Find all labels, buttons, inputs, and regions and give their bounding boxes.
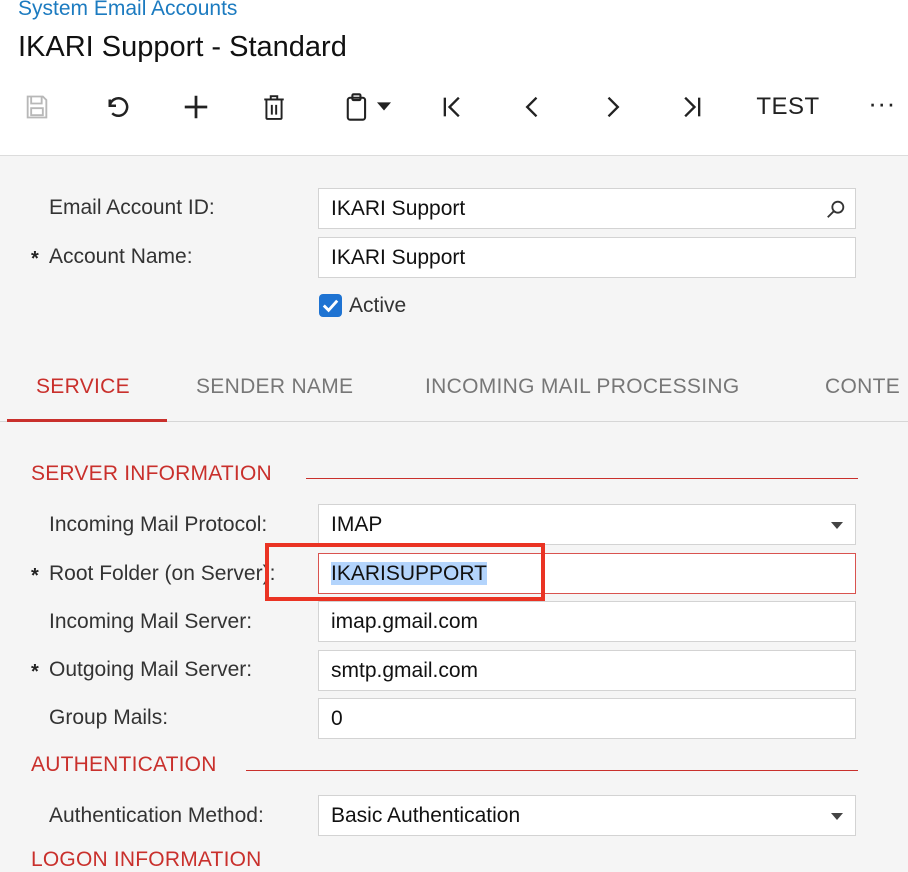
account-name-label: Account Name: [49, 245, 193, 268]
breadcrumb[interactable]: System Email Accounts [18, 0, 237, 21]
auth-method-label: Authentication Method: [49, 804, 264, 827]
section-divider [246, 770, 858, 771]
add-icon [184, 95, 208, 119]
checkmark-icon [322, 299, 339, 313]
add-button[interactable] [178, 88, 214, 126]
active-tab-indicator [7, 419, 167, 422]
first-record-button[interactable] [436, 88, 470, 126]
search-icon[interactable] [825, 198, 847, 220]
section-logon-information: LOGON INFORMATION [31, 848, 262, 871]
incoming-protocol-select[interactable]: IMAP [318, 504, 856, 545]
email-account-id-field[interactable]: IKARI Support [318, 188, 856, 229]
tab-sender-name[interactable]: SENDER NAME [196, 375, 353, 399]
active-label: Active [349, 294, 407, 317]
section-authentication: AUTHENTICATION [31, 753, 217, 776]
prev-icon [525, 96, 538, 118]
group-mails-value: 0 [331, 707, 343, 730]
first-icon [443, 96, 460, 118]
email-account-id-label: Email Account ID: [49, 196, 215, 219]
annotation-highlight-box [265, 543, 545, 601]
incoming-protocol-value: IMAP [331, 513, 383, 536]
undo-button[interactable] [98, 88, 134, 126]
group-mails-label: Group Mails: [49, 706, 169, 729]
required-marker: * [31, 661, 39, 683]
required-marker: * [31, 565, 39, 587]
delete-button[interactable] [258, 88, 290, 126]
auth-method-value: Basic Authentication [331, 804, 521, 827]
root-folder-label: Root Folder (on Server): [49, 562, 276, 585]
group-mails-field[interactable]: 0 [318, 698, 856, 739]
incoming-protocol-label: Incoming Mail Protocol: [49, 513, 268, 536]
tab-service[interactable]: SERVICE [36, 375, 130, 399]
more-actions-button[interactable]: ··· [864, 84, 900, 122]
email-account-id-value: IKARI Support [331, 197, 466, 220]
last-icon [684, 96, 701, 118]
next-icon [607, 96, 620, 118]
page-header: System Email Accounts IKARI Support - St… [0, 0, 908, 156]
account-name-value: IKARI Support [331, 246, 466, 269]
save-button[interactable] [20, 88, 54, 126]
trash-icon [264, 95, 284, 120]
prev-record-button[interactable] [516, 88, 550, 126]
section-divider [306, 478, 858, 479]
incoming-server-label: Incoming Mail Server: [49, 610, 253, 633]
dropdown-arrow-icon[interactable] [831, 522, 843, 529]
last-record-button[interactable] [674, 88, 708, 126]
undo-icon [108, 97, 129, 118]
copy-paste-button[interactable] [336, 88, 398, 126]
section-server-information: SERVER INFORMATION [31, 462, 272, 485]
tab-content[interactable]: CONTE [825, 375, 900, 399]
outgoing-server-label: Outgoing Mail Server: [49, 658, 253, 681]
next-record-button[interactable] [595, 88, 629, 126]
page-title: IKARI Support - Standard [18, 31, 347, 63]
dropdown-arrow-icon[interactable] [831, 813, 843, 820]
active-checkbox[interactable] [319, 294, 342, 317]
test-button[interactable]: TEST [752, 88, 824, 126]
account-name-field[interactable]: IKARI Support [318, 237, 856, 278]
tab-incoming-mail-processing[interactable]: INCOMING MAIL PROCESSING [425, 375, 739, 399]
chevron-down-icon [377, 102, 391, 111]
outgoing-server-field[interactable]: smtp.gmail.com [318, 650, 856, 691]
incoming-server-field[interactable]: imap.gmail.com [318, 601, 856, 642]
incoming-server-value: imap.gmail.com [331, 610, 479, 633]
required-marker: * [31, 248, 39, 270]
clipboard-icon [346, 93, 367, 121]
auth-method-select[interactable]: Basic Authentication [318, 795, 856, 836]
outgoing-server-value: smtp.gmail.com [331, 659, 479, 682]
save-icon [26, 95, 48, 119]
